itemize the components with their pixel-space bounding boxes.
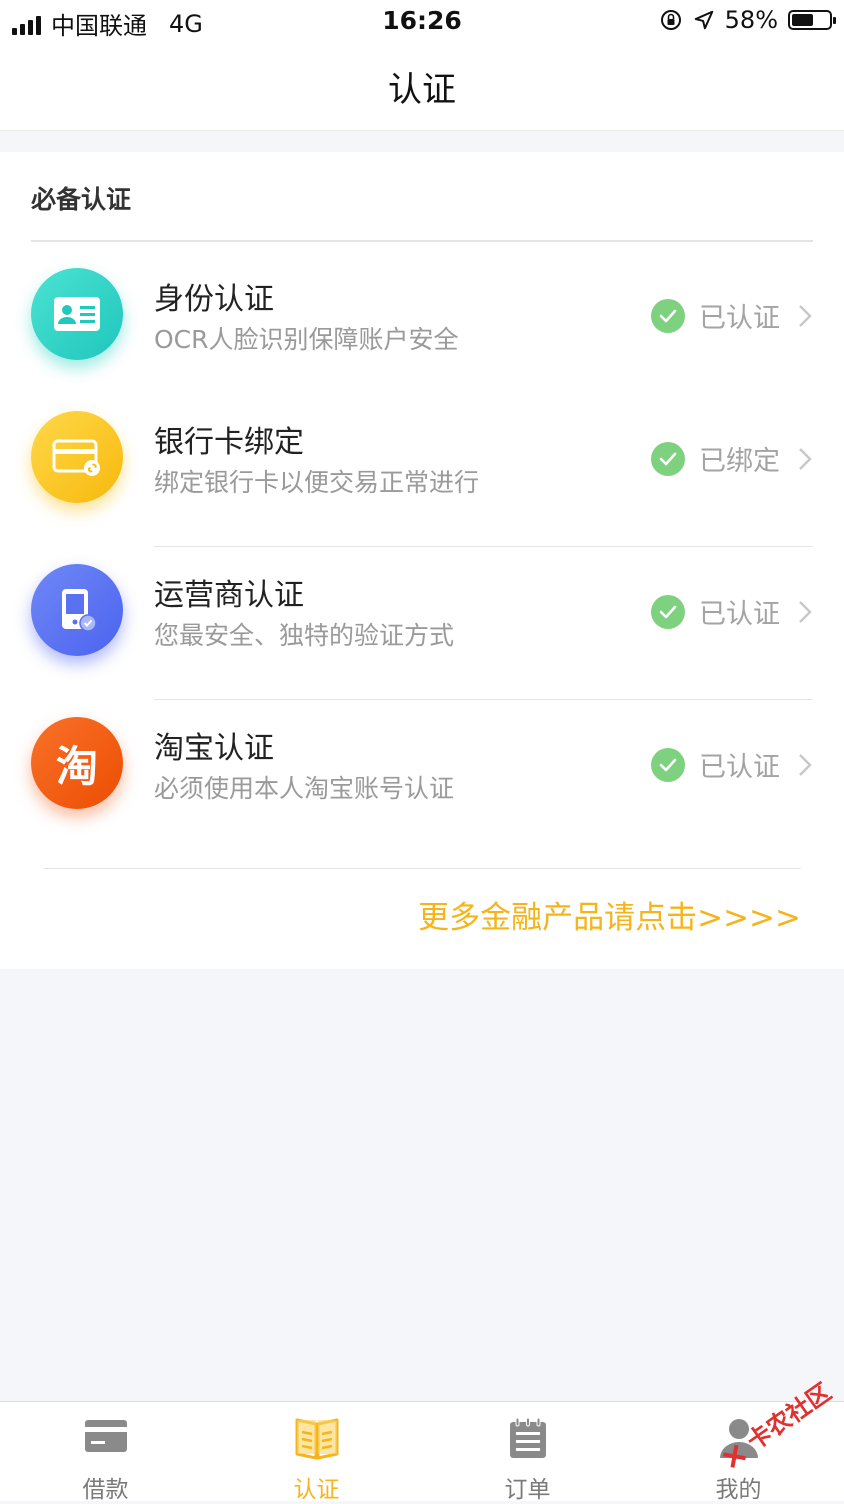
tab-verify[interactable]: 认证 (211, 1402, 422, 1503)
page-title: 认证 (388, 70, 456, 110)
item-status: 已绑定 (651, 439, 812, 478)
check-icon (651, 747, 685, 782)
chevron-right-icon (799, 447, 812, 470)
item-status: 已认证 (651, 745, 812, 784)
location-icon (694, 10, 713, 30)
tab-label: 我的 (715, 1477, 762, 1503)
item-divider (154, 546, 813, 547)
item-title: 银行卡绑定 (154, 425, 304, 460)
battery-fill (792, 14, 813, 26)
phone-icon (31, 564, 123, 656)
battery-icon (788, 10, 836, 30)
chevron-right-icon (799, 753, 812, 776)
item-title: 运营商认证 (154, 578, 304, 613)
check-icon (651, 441, 685, 476)
status-right: 58% (659, 6, 836, 34)
item-subtitle: 必须使用本人淘宝账号认证 (154, 774, 455, 803)
taobao-icon: 淘 (31, 717, 123, 809)
item-subtitle: 您最安全、独特的验证方式 (154, 621, 455, 650)
bank-card-icon (31, 411, 123, 503)
verify-item-identity[interactable]: 身份认证 OCR人脸识别保障账户安全 已认证 (0, 252, 844, 404)
status-label: 已认证 (699, 752, 780, 783)
more-divider (43, 868, 801, 869)
tab-label: 借款 (82, 1477, 129, 1503)
item-subtitle: 绑定银行卡以便交易正常进行 (154, 468, 480, 497)
verify-item-carrier[interactable]: 运营商认证 您最安全、独特的验证方式 已认证 (0, 548, 844, 700)
verify-item-taobao[interactable]: 淘 淘宝认证 必须使用本人淘宝账号认证 已认证 (0, 701, 844, 853)
notepad-icon (422, 1416, 633, 1462)
id-card-icon (31, 268, 123, 360)
verification-card: 必备认证 身份认证 OCR人脸识别保障账户安全 已认证 银行卡绑定 绑定银行卡以… (0, 152, 844, 969)
status-label: 已绑定 (699, 446, 780, 477)
section-title: 必备认证 (31, 185, 132, 214)
item-status: 已认证 (651, 296, 812, 335)
status-label: 已认证 (699, 303, 780, 334)
rotation-lock-icon (660, 10, 681, 30)
item-status: 已认证 (651, 592, 812, 631)
item-subtitle: OCR人脸识别保障账户安全 (154, 325, 459, 354)
item-title: 淘宝认证 (154, 731, 274, 766)
chevron-right-icon (799, 304, 812, 327)
nav-bar: 认证 (0, 44, 844, 131)
section-divider (31, 240, 813, 242)
tab-label: 认证 (293, 1477, 340, 1503)
chevron-right-icon (799, 600, 812, 623)
tab-label: 订单 (504, 1477, 551, 1503)
more-products-link[interactable]: 更多金融产品请点击>>>> (418, 892, 801, 937)
status-bar: 中国联通 4G 16:26 58% (0, 0, 844, 44)
tab-orders[interactable]: 订单 (422, 1402, 633, 1503)
item-divider (154, 699, 813, 700)
verify-item-bank-card[interactable]: 银行卡绑定 绑定银行卡以便交易正常进行 已绑定 (0, 395, 844, 547)
book-icon (211, 1416, 422, 1462)
status-label: 已认证 (699, 599, 780, 630)
item-title: 身份认证 (154, 282, 274, 317)
tab-loan[interactable]: 借款 (0, 1402, 211, 1503)
card-icon (0, 1416, 211, 1462)
battery-percent: 58% (724, 6, 778, 34)
check-icon (651, 298, 685, 333)
taobao-icon-text: 淘 (55, 741, 98, 791)
check-icon (651, 594, 685, 629)
